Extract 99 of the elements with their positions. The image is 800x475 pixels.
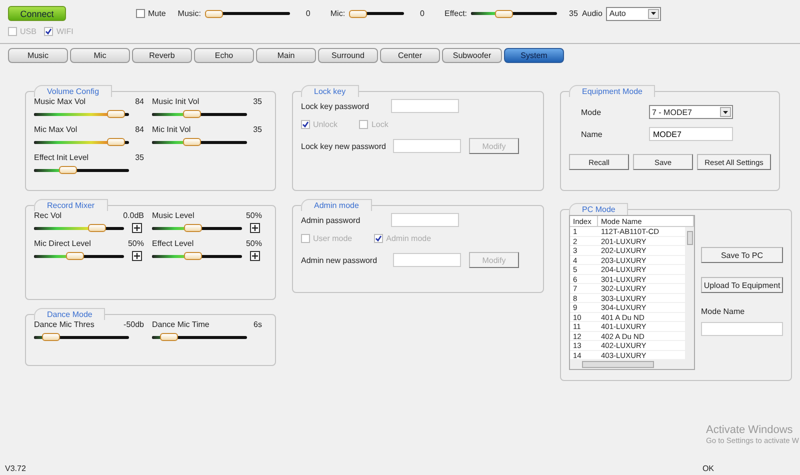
tab[interactable]: Mic (70, 48, 130, 63)
slider-thumb[interactable] (66, 252, 84, 260)
checkmark-icon (375, 234, 382, 242)
slider-label: Music Level (152, 211, 194, 220)
tab[interactable]: Main (256, 48, 316, 63)
connect-button[interactable]: Connect (8, 6, 66, 21)
slider-thumb[interactable] (494, 10, 513, 18)
slider-value: 6s (254, 320, 262, 329)
status-text: OK (702, 464, 714, 473)
slider-value: 50% (246, 239, 262, 248)
tab[interactable]: Subwoofer (442, 48, 502, 63)
checkbox-label: Mute (148, 9, 166, 18)
slider-value: 35 (569, 9, 578, 18)
slider-value: 35 (253, 97, 262, 106)
version-label: V3.72 (5, 464, 26, 473)
slider-thumb[interactable] (59, 166, 78, 174)
checkbox-label: Lock (371, 120, 388, 128)
checkbox-label: User mode (313, 234, 352, 242)
field-label: Name (581, 130, 604, 138)
group-title: PC Mode (569, 203, 628, 215)
slider-thumb[interactable] (204, 10, 223, 18)
plus-icon[interactable] (132, 223, 142, 233)
group-title: Admin mode (301, 199, 372, 211)
slider-value: 0 (420, 9, 424, 18)
slider-thumb[interactable] (160, 333, 178, 341)
vertical-scrollbar[interactable] (685, 227, 694, 360)
field-label: Lock key password (301, 102, 370, 110)
password-field[interactable] (393, 139, 461, 153)
mode-name-field[interactable] (701, 322, 783, 336)
tab[interactable]: Music (8, 48, 68, 63)
slider-thumb[interactable] (42, 333, 60, 341)
checkbox-label: Unlock (313, 120, 338, 128)
checkbox[interactable] (136, 9, 145, 18)
slider-label: Mic Direct Level (34, 239, 91, 248)
slider-value: 35 (135, 153, 144, 162)
checkbox-label: Admin mode (386, 234, 432, 242)
slider-value: 84 (135, 97, 144, 106)
tab[interactable]: Surround (318, 48, 378, 63)
action-button[interactable]: Save To PC (701, 247, 783, 263)
checkbox-label: USB (20, 26, 36, 36)
checkbox-label: WIFI (56, 26, 74, 36)
slider-label: Music Max Vol (34, 97, 86, 106)
slider-value: 35 (253, 125, 262, 134)
group-title: Record Mixer (34, 199, 108, 211)
slider-thumb[interactable] (88, 224, 106, 232)
name-field[interactable]: MODE7 (649, 127, 733, 141)
tab[interactable]: Echo (194, 48, 254, 63)
field-label: Mode (581, 108, 602, 116)
group-title: Dance Mode (34, 308, 106, 320)
slider-value: 84 (135, 125, 144, 134)
slider-label: Dance Mic Thres (34, 320, 94, 329)
plus-icon[interactable] (132, 251, 142, 261)
checkmark-icon (302, 120, 309, 128)
slider-label: Mic Init Vol (152, 125, 191, 134)
field-label: Admin password (301, 216, 362, 224)
slider-thumb[interactable] (184, 252, 202, 260)
slider-thumb[interactable] (349, 10, 368, 18)
audio-label: Audio (582, 9, 602, 18)
slider-value: -50db (124, 320, 144, 329)
mode-dropdown[interactable]: 7 - MODE7 (649, 105, 733, 119)
group-title: Equipment Mode (569, 85, 656, 97)
slider-value: 0.0dB (123, 211, 144, 220)
slider-value: 50% (128, 239, 144, 248)
checkmark-icon (45, 28, 52, 34)
activation-title: Activate Windows (706, 424, 794, 436)
slider-thumb[interactable] (184, 224, 202, 232)
slider-label: Effect: (444, 9, 468, 18)
plus-icon[interactable] (250, 251, 260, 261)
slider-label: Rec Vol (34, 211, 62, 220)
password-field[interactable] (391, 99, 459, 113)
horizontal-scrollbar[interactable] (570, 360, 694, 369)
slider-label: Mic: (330, 9, 346, 18)
slider-value: 50% (246, 211, 262, 220)
slider-label: Mic Max Vol (34, 125, 78, 134)
password-field[interactable] (393, 253, 461, 267)
field-label: Lock key new password (301, 142, 387, 150)
slider-thumb[interactable] (182, 110, 201, 118)
slider-label: Effect Init Level (34, 153, 89, 162)
group-title: Volume Config (34, 85, 112, 97)
tab[interactable]: Reverb (132, 48, 192, 63)
group-title: Lock key (301, 85, 359, 97)
tab[interactable]: System (504, 48, 564, 63)
slider-thumb[interactable] (182, 138, 201, 146)
password-field[interactable] (391, 213, 459, 227)
slider-label: Music Init Vol (152, 97, 200, 106)
action-button[interactable]: Upload To Equipment (701, 277, 783, 293)
slider-value: 0 (306, 9, 310, 18)
caret-icon (720, 107, 731, 117)
slider-thumb[interactable] (107, 110, 126, 118)
field-label: Admin new password (301, 256, 378, 264)
slider-thumb[interactable] (107, 138, 126, 146)
slider-label: Dance Mic Time (152, 320, 210, 329)
slider-label: Music: (178, 9, 201, 18)
slider-label: Effect Level (152, 239, 194, 248)
audio-dropdown[interactable]: Auto (606, 6, 662, 20)
field-label: Mode Name (701, 307, 746, 316)
plus-icon[interactable] (250, 223, 260, 233)
tab[interactable]: Center (380, 48, 440, 63)
caret-icon (648, 8, 660, 18)
